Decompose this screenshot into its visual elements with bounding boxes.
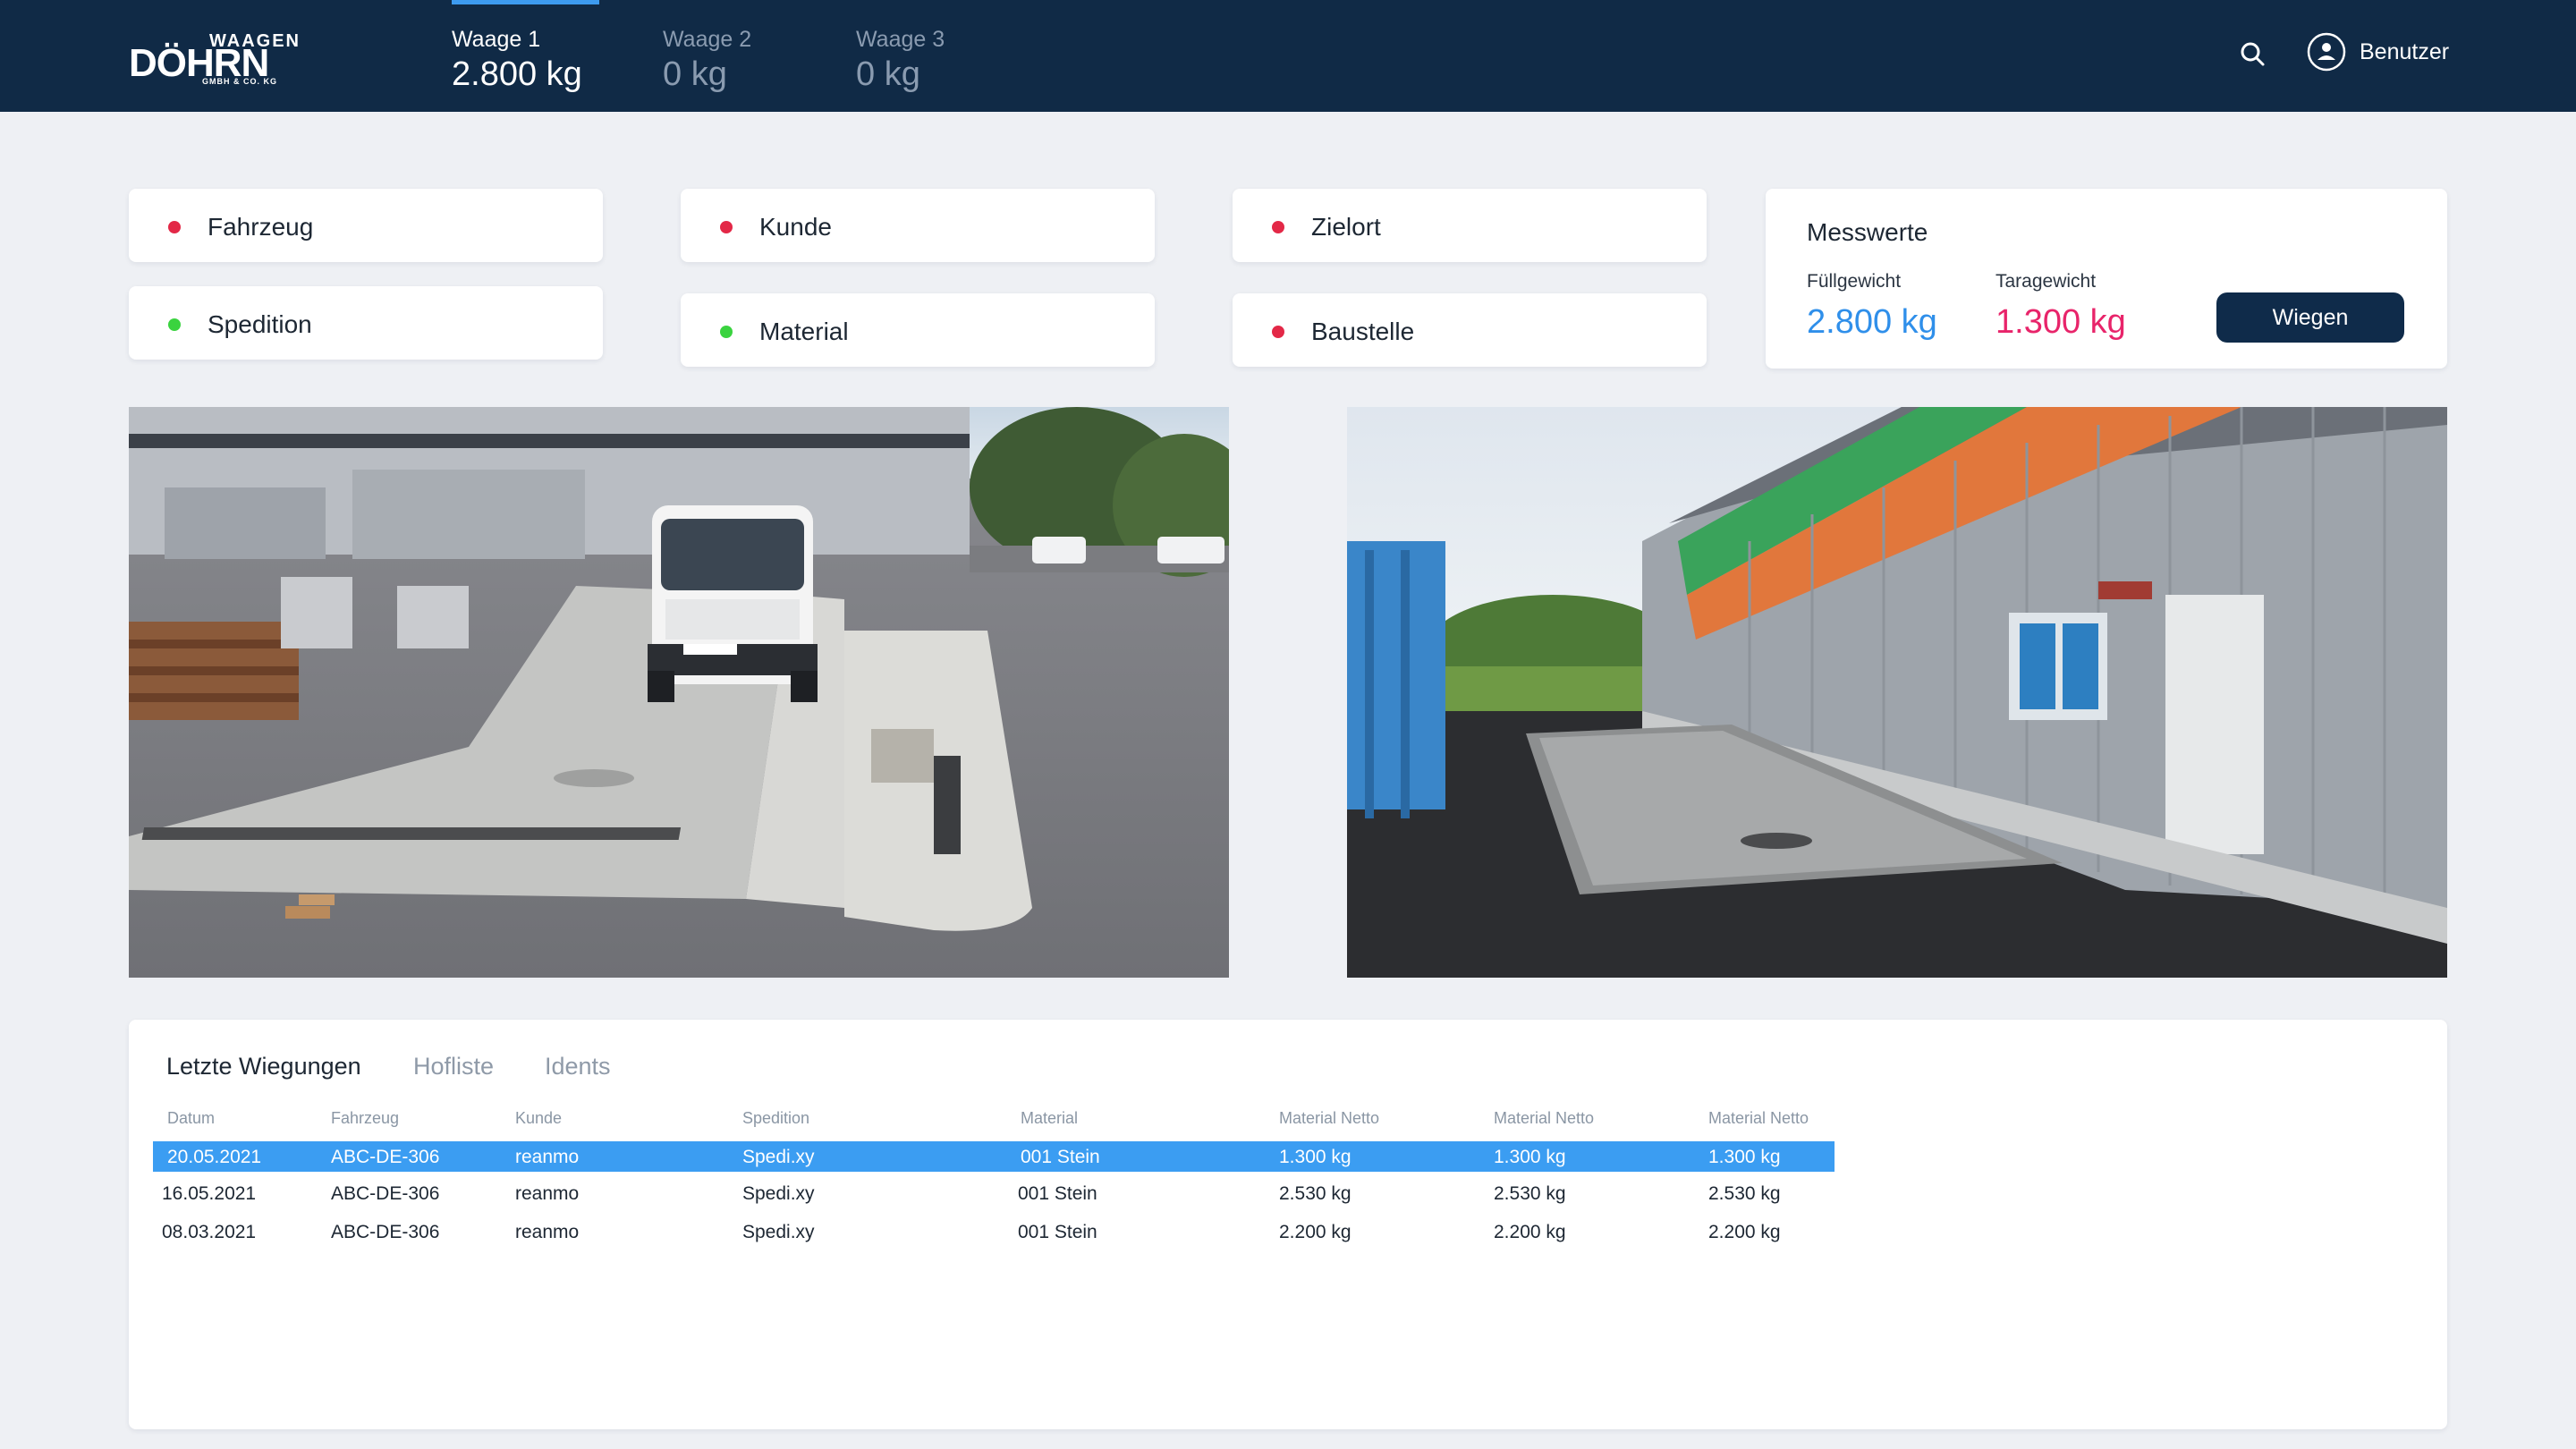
column-header: Spedition bbox=[742, 1109, 810, 1127]
column-header: Datum bbox=[167, 1109, 216, 1127]
cell-netto: 1.300 kg bbox=[1279, 1147, 1352, 1167]
cell-kunde: reanmo bbox=[515, 1183, 580, 1204]
top-bar: WAAGEN DÖHRN GMBH & CO. KG Waage 1 2.800… bbox=[0, 0, 2576, 112]
cell-netto: 2.200 kg bbox=[1708, 1222, 1781, 1242]
scale-weight: 0 kg bbox=[856, 55, 920, 93]
field-fahrzeug[interactable]: Fahrzeug bbox=[129, 189, 603, 262]
status-dot-red bbox=[720, 221, 733, 233]
taragewicht-label: Taragewicht bbox=[1996, 271, 2097, 292]
field-baustelle[interactable]: Baustelle bbox=[1233, 293, 1707, 367]
cell-kunde: reanmo bbox=[515, 1147, 580, 1167]
column-header: Material Netto bbox=[1494, 1109, 1595, 1127]
cell-netto: 2.530 kg bbox=[1279, 1183, 1352, 1204]
svg-text:GMBH & CO. KG: GMBH & CO. KG bbox=[202, 77, 277, 86]
scale-weight: 0 kg bbox=[663, 55, 727, 93]
field-spedition[interactable]: Spedition bbox=[129, 286, 603, 360]
cell-fahrzeug: ABC-DE-306 bbox=[331, 1147, 440, 1167]
fuellgewicht-label: Füllgewicht bbox=[1807, 271, 1902, 292]
cell-material: 001 Stein bbox=[1018, 1183, 1097, 1204]
field-kunde[interactable]: Kunde bbox=[681, 189, 1155, 262]
camera-image-1 bbox=[129, 407, 1229, 978]
column-header: Fahrzeug bbox=[331, 1109, 400, 1127]
active-tab-indicator bbox=[452, 0, 599, 4]
tab-waage-2[interactable]: Waage 2 0 kg bbox=[663, 0, 815, 112]
cell-datum: 20.05.2021 bbox=[167, 1147, 262, 1167]
tab-idents[interactable]: Idents bbox=[545, 1053, 611, 1080]
cell-netto: 2.530 kg bbox=[1708, 1183, 1781, 1204]
tab-waage-1[interactable]: Waage 1 2.800 kg bbox=[452, 0, 604, 112]
taragewicht-value: 1.300 kg bbox=[1996, 303, 2126, 341]
weighings-panel: Letzte Wiegungen Hofliste Idents Datum F… bbox=[129, 1020, 2447, 1429]
cell-datum: 08.03.2021 bbox=[162, 1222, 257, 1242]
wiegen-button[interactable]: Wiegen bbox=[2216, 292, 2404, 343]
field-label: Spedition bbox=[208, 310, 312, 338]
cell-netto: 1.300 kg bbox=[1494, 1147, 1566, 1167]
company-logo: WAAGEN DÖHRN GMBH & CO. KG bbox=[129, 31, 299, 86]
tab-waage-3[interactable]: Waage 3 0 kg bbox=[856, 0, 1008, 112]
status-dot-red bbox=[1272, 326, 1284, 338]
scale-name: Waage 2 bbox=[663, 27, 752, 52]
field-label: Material bbox=[759, 318, 849, 345]
column-header: Material Netto bbox=[1279, 1109, 1380, 1127]
search-button[interactable] bbox=[2236, 38, 2270, 72]
tab-hofliste[interactable]: Hofliste bbox=[413, 1053, 494, 1080]
field-label: Baustelle bbox=[1311, 318, 1415, 345]
cell-fahrzeug: ABC-DE-306 bbox=[331, 1222, 440, 1242]
cell-spedition: Spedi.xy bbox=[742, 1147, 815, 1167]
fuellgewicht-value: 2.800 kg bbox=[1807, 303, 1937, 341]
cell-kunde: reanmo bbox=[515, 1222, 580, 1242]
tab-letzte-wiegungen[interactable]: Letzte Wiegungen bbox=[166, 1053, 361, 1080]
table-row[interactable]: 08.03.2021 ABC-DE-306 reanmo Spedi.xy 00… bbox=[153, 1216, 1835, 1247]
field-label: Kunde bbox=[759, 213, 832, 241]
column-header: Kunde bbox=[515, 1109, 563, 1127]
field-zielort[interactable]: Zielort bbox=[1233, 189, 1707, 262]
column-header: Material Netto bbox=[1708, 1109, 1809, 1127]
user-menu[interactable]: Benutzer bbox=[2306, 30, 2449, 74]
table-row[interactable]: 20.05.2021 ABC-DE-306 reanmo Spedi.xy 00… bbox=[153, 1141, 1835, 1172]
cell-material: 001 Stein bbox=[1018, 1222, 1097, 1242]
messwerte-title: Messwerte bbox=[1807, 218, 1928, 246]
cell-netto: 2.530 kg bbox=[1494, 1183, 1566, 1204]
status-dot-green bbox=[720, 326, 733, 338]
camera-image-2 bbox=[1347, 407, 2447, 978]
status-dot-red bbox=[168, 221, 181, 233]
column-header: Material bbox=[1021, 1109, 1079, 1127]
cell-fahrzeug: ABC-DE-306 bbox=[331, 1183, 440, 1204]
user-label: Benutzer bbox=[2360, 38, 2450, 64]
field-material[interactable]: Material bbox=[681, 293, 1155, 367]
messwerte-panel: Messwerte Füllgewicht 2.800 kg Taragewic… bbox=[1766, 189, 2447, 369]
scale-weight: 2.800 kg bbox=[452, 55, 582, 93]
scale-name: Waage 1 bbox=[452, 27, 541, 52]
user-circle-icon bbox=[2307, 32, 2346, 72]
status-dot-red bbox=[1272, 221, 1284, 233]
cell-netto: 1.300 kg bbox=[1708, 1147, 1781, 1167]
cell-spedition: Spedi.xy bbox=[742, 1183, 815, 1204]
cell-spedition: Spedi.xy bbox=[742, 1222, 815, 1242]
field-label: Fahrzeug bbox=[208, 213, 314, 241]
scale-name: Waage 3 bbox=[856, 27, 945, 52]
field-label: Zielort bbox=[1311, 213, 1381, 241]
cell-netto: 2.200 kg bbox=[1279, 1222, 1352, 1242]
cell-datum: 16.05.2021 bbox=[162, 1183, 257, 1204]
search-icon bbox=[2241, 42, 2265, 66]
status-dot-green bbox=[168, 318, 181, 331]
table-row[interactable]: 16.05.2021 ABC-DE-306 reanmo Spedi.xy 00… bbox=[153, 1178, 1835, 1208]
cell-material: 001 Stein bbox=[1021, 1147, 1100, 1167]
cell-netto: 2.200 kg bbox=[1494, 1222, 1566, 1242]
